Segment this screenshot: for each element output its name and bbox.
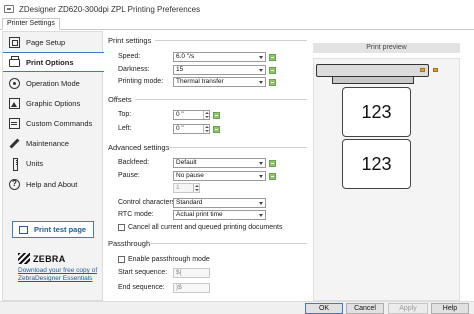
offset-top-spinner[interactable]: 0 " [173, 110, 210, 120]
dialog-button-bar: OK Cancel Apply Help [0, 301, 474, 314]
lock-setting-icon[interactable] [213, 126, 220, 133]
print-preview-header: Print preview [313, 43, 460, 53]
print-settings-heading: Print settings [108, 36, 152, 45]
ruler-icon [9, 157, 20, 171]
sidebar-item-label: Custom Commands [26, 118, 93, 128]
printing-mode-label: Printing mode: [118, 78, 164, 85]
sidebar-item-label: Maintenance [26, 138, 69, 148]
sidebar-item-page-setup[interactable]: Page Setup [3, 32, 104, 52]
printhead-illustration [332, 77, 414, 84]
download-zebradesigner-link[interactable]: Download your free copy of ZebraDesigner… [18, 267, 98, 283]
print-preview-area: 123 123 [313, 58, 460, 301]
speed-label: Speed: [118, 53, 141, 60]
end-sequence-input[interactable]: }$ [173, 283, 210, 293]
zebra-logo: ZEBRA [18, 253, 66, 264]
sidebar-item-graphic-options[interactable]: Graphic Options [3, 93, 104, 113]
offset-top-value: 0 " [176, 111, 184, 118]
sidebar-item-operation-mode[interactable]: Operation Mode [3, 73, 104, 93]
offset-top-label: Top: [118, 111, 132, 118]
title-bar: ZDesigner ZD620-300dpi ZPL Printing Pref… [0, 0, 474, 18]
sidebar-item-custom-commands[interactable]: Custom Commands [3, 113, 104, 133]
section-divider [135, 99, 307, 100]
section-divider [155, 40, 307, 41]
printer-icon [9, 56, 20, 67]
sidebar-item-units[interactable]: Units [3, 153, 104, 173]
sidebar-item-maintenance[interactable]: Maintenance [3, 133, 104, 153]
section-divider [147, 243, 307, 244]
apply-button[interactable]: Apply [388, 303, 428, 314]
print-options-panel: Print settings Speed: 6.0 "/s Darkness: … [105, 31, 472, 301]
darkness-label: Darkness: [118, 66, 150, 73]
rtc-mode-select[interactable]: Actual print time [173, 210, 266, 220]
pause-select[interactable]: No pause [173, 171, 266, 181]
sidebar-item-label: Page Setup [26, 37, 66, 47]
section-divider [165, 147, 307, 148]
speed-select[interactable]: 6.0 "/s [173, 52, 266, 62]
sidebar-item-print-options[interactable]: Print Options [3, 52, 104, 72]
lock-setting-icon[interactable] [269, 54, 276, 61]
enable-passthrough-checkbox[interactable] [118, 256, 125, 263]
sidebar-item-help-about[interactable]: Help and About [3, 174, 104, 194]
spinner-arrows-icon[interactable] [203, 125, 209, 133]
pause-label: Pause: [118, 172, 140, 179]
printer-icon [19, 225, 28, 234]
help-button[interactable]: Help [431, 303, 469, 314]
operation-mode-icon [9, 77, 20, 89]
lock-setting-icon[interactable] [269, 160, 276, 167]
print-test-page-label: Print test page [34, 225, 87, 234]
preview-label: 123 [342, 87, 411, 137]
advanced-settings-heading: Advanced settings [108, 143, 170, 152]
spinner-arrows-icon [193, 184, 199, 192]
offset-left-spinner[interactable]: 0 " [173, 124, 210, 134]
cancel-documents-checkbox[interactable] [118, 224, 125, 231]
lock-setting-icon[interactable] [213, 112, 220, 119]
ok-button[interactable]: OK [305, 303, 343, 314]
print-test-page-button[interactable]: Print test page [12, 221, 94, 238]
backfeed-select[interactable]: Default [173, 158, 266, 168]
graphic-icon [9, 97, 20, 109]
cancel-button[interactable]: Cancel [346, 303, 384, 314]
printer-status-led-icon [420, 68, 425, 72]
darkness-select[interactable]: 15 [173, 65, 266, 75]
pause-count-spinner: 1 [173, 183, 200, 193]
page-setup-icon [9, 36, 20, 48]
printing-mode-select[interactable]: Thermal transfer [173, 77, 266, 87]
sidebar-item-label: Units [26, 158, 44, 168]
sidebar-item-label: Help and About [26, 179, 78, 189]
enable-passthrough-label: Enable passthrough mode [128, 256, 210, 263]
preview-label: 123 [342, 139, 411, 189]
offsets-heading: Offsets [108, 95, 132, 104]
tab-strip: Printer Settings [0, 18, 474, 30]
lock-setting-icon[interactable] [269, 79, 276, 86]
sidebar-item-label: Graphic Options [26, 98, 81, 108]
control-characters-label: Control characters: [118, 199, 178, 206]
offset-left-value: 0 " [176, 125, 184, 132]
end-sequence-label: End sequence: [118, 284, 165, 291]
lock-setting-icon[interactable] [269, 173, 276, 180]
start-sequence-label: Start sequence: [118, 269, 168, 276]
zebra-head-icon [18, 253, 30, 264]
spinner-arrows-icon[interactable] [203, 111, 209, 119]
cancel-documents-label: Cancel all current and queued printing d… [128, 224, 283, 231]
tab-printer-settings[interactable]: Printer Settings [2, 18, 60, 30]
wrench-icon [9, 138, 20, 149]
custom-commands-icon [9, 117, 20, 129]
start-sequence-input[interactable]: ${ [173, 268, 210, 278]
printer-illustration [316, 64, 429, 77]
window-title: ZDesigner ZD620-300dpi ZPL Printing Pref… [19, 4, 201, 14]
rtc-mode-label: RTC mode: [118, 211, 154, 218]
passthrough-heading: Passthrough [108, 239, 151, 248]
pause-count-value: 1 [176, 184, 180, 191]
backfeed-label: Backfeed: [118, 159, 150, 166]
zebra-brand-text: ZEBRA [33, 253, 66, 264]
printer-status-led-icon [433, 68, 438, 72]
offset-left-label: Left: [118, 125, 132, 132]
control-characters-select[interactable]: Standard [173, 198, 266, 208]
lock-setting-icon[interactable] [269, 67, 276, 74]
printer-app-icon [4, 5, 14, 13]
help-icon [9, 178, 20, 190]
sidebar-item-label: Print Options [26, 57, 74, 67]
sidebar-item-label: Operation Mode [26, 78, 80, 88]
